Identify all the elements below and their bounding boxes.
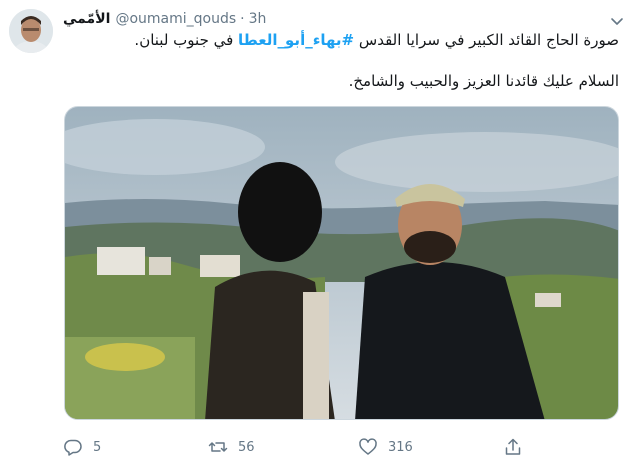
like-count: 316 [388,439,413,455]
avatar-image [9,9,53,53]
tweet-text: صورة الحاج القائد الكبير في سرايا القدس … [63,30,619,92]
heart-icon [359,438,377,455]
tweet-text-segment: صورة الحاج القائد الكبير في سرايا القدس [354,31,619,49]
display-name[interactable]: الأمّمي [63,11,110,27]
timestamp[interactable]: 3h [249,11,267,27]
reply-count: 5 [93,439,102,455]
tweet-text-segment: في جنوب لبنان. [134,31,239,49]
tweet-text-line-1: صورة الحاج القائد الكبير في سرايا القدس … [63,30,619,51]
share-button[interactable] [503,436,523,458]
avatar[interactable] [9,9,53,53]
separator-dot: · [240,11,245,27]
reply-icon [64,439,82,456]
user-handle[interactable]: @oumami_qouds [115,11,236,27]
retweet-count: 56 [238,439,255,455]
share-icon [505,438,521,455]
photo-scene [65,107,618,419]
tweet-header: الأمّمي @oumami_qouds · 3h [63,9,266,29]
tweet-actions: 5 56 316 [63,436,619,458]
chevron-down-icon[interactable] [610,12,624,25]
reply-button[interactable]: 5 [63,436,101,458]
retweet-button[interactable]: 56 [208,436,255,458]
like-button[interactable]: 316 [358,436,413,458]
hashtag-link[interactable]: #بهاء_أبو_العطا [238,31,354,49]
retweet-icon [208,442,228,452]
tweet-text-line-2: السلام عليك قائدنا العزيز والحبيب والشام… [348,72,619,90]
tweet-photo[interactable] [64,106,619,420]
